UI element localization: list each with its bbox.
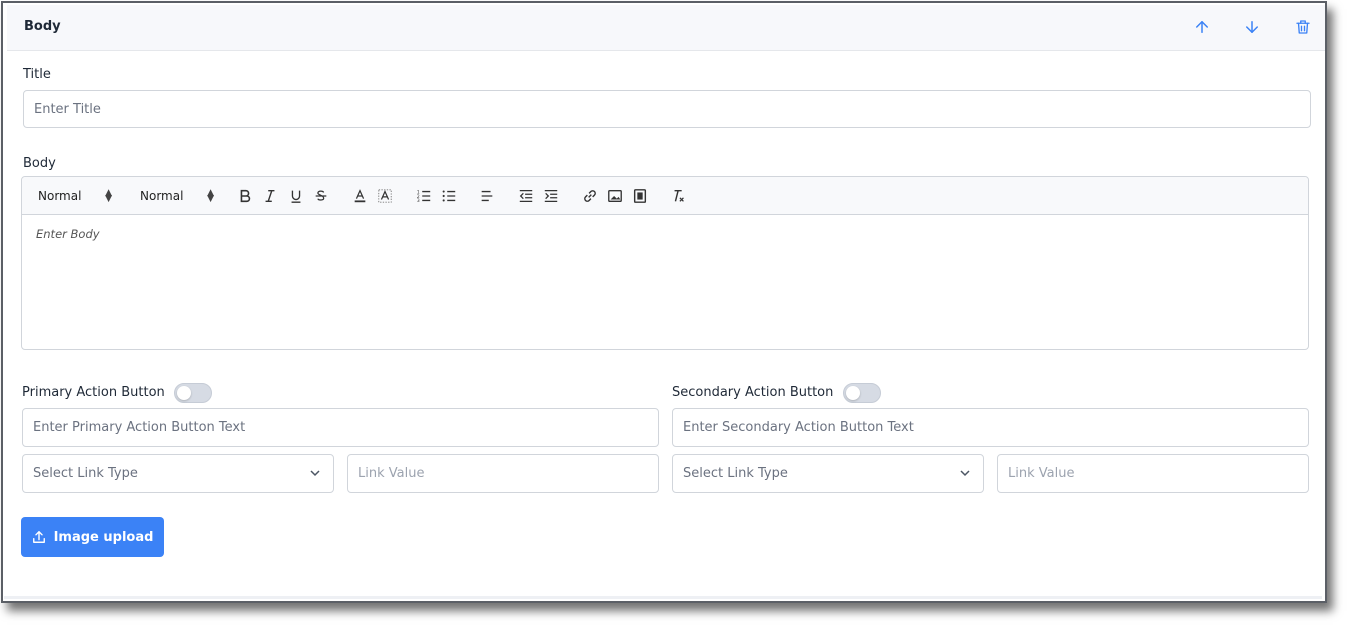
panel-bottom-strip (4, 596, 1322, 599)
arrow-down-icon[interactable] (1243, 18, 1261, 36)
secondary-link-value-input[interactable]: Link Value (997, 454, 1309, 493)
section-header: Body (7, 5, 1325, 51)
size-select[interactable]: Normal ▲ ▼ (140, 186, 214, 206)
primary-action-text-input[interactable]: Enter Primary Action Button Text (22, 408, 659, 447)
image-upload-label: Image upload (53, 529, 154, 545)
outdent-icon[interactable] (517, 187, 535, 205)
title-placeholder: Enter Title (34, 101, 101, 117)
secondary-action-label: Secondary Action Button (672, 385, 834, 400)
chevron-down-icon (310, 470, 320, 477)
svg-text:3: 3 (417, 198, 420, 204)
link-icon[interactable] (581, 187, 599, 205)
underline-icon[interactable] (287, 187, 305, 205)
editor-placeholder: Enter Body (36, 227, 100, 241)
image-icon[interactable] (606, 187, 624, 205)
secondary-link-type-select[interactable]: Select Link Type (672, 454, 984, 493)
ordered-list-icon[interactable]: 123 (415, 187, 433, 205)
primary-action-label: Primary Action Button (22, 385, 165, 400)
select-arrows-icon: ▲ ▼ (105, 188, 112, 204)
secondary-link-type-value: Select Link Type (683, 466, 788, 481)
title-input[interactable]: Enter Title (23, 90, 1311, 128)
secondary-action-placeholder: Enter Secondary Action Button Text (683, 420, 914, 435)
secondary-link-value-placeholder: Link Value (1008, 466, 1075, 481)
body-label: Body (23, 156, 56, 171)
primary-link-type-select[interactable]: Select Link Type (22, 454, 334, 493)
background-color-icon[interactable] (376, 187, 394, 205)
bullet-list-icon[interactable] (440, 187, 458, 205)
bold-icon[interactable] (236, 187, 254, 205)
clear-format-icon[interactable] (670, 187, 688, 205)
strike-icon[interactable] (312, 187, 330, 205)
trash-icon[interactable] (1294, 18, 1312, 36)
rich-text-editor[interactable]: Normal ▲ ▼ Normal ▲ ▼ 123 Enter Body (21, 176, 1309, 350)
primary-action-toggle[interactable] (174, 383, 212, 403)
arrow-up-icon[interactable] (1193, 18, 1211, 36)
header-select[interactable]: Normal ▲ ▼ (38, 186, 112, 206)
upload-icon (32, 531, 45, 543)
primary-link-type-value: Select Link Type (33, 466, 138, 481)
size-select-value: Normal (140, 189, 184, 203)
primary-action-placeholder: Enter Primary Action Button Text (33, 420, 246, 435)
primary-link-value-input[interactable]: Link Value (347, 454, 659, 493)
video-icon[interactable] (631, 187, 649, 205)
image-upload-button[interactable]: Image upload (21, 517, 164, 557)
align-left-icon[interactable] (478, 187, 496, 205)
indent-icon[interactable] (542, 187, 560, 205)
editor-toolbar: Normal ▲ ▼ Normal ▲ ▼ 123 (22, 177, 1308, 215)
secondary-action-toggle[interactable] (843, 383, 881, 403)
section-title: Body (24, 19, 61, 34)
select-arrows-icon: ▲ ▼ (207, 188, 214, 204)
title-label: Title (23, 67, 51, 82)
italic-icon[interactable] (261, 187, 279, 205)
secondary-action-text-input[interactable]: Enter Secondary Action Button Text (672, 408, 1309, 447)
text-color-icon[interactable] (351, 187, 369, 205)
header-select-value: Normal (38, 189, 82, 203)
chevron-down-icon (960, 470, 970, 477)
primary-link-value-placeholder: Link Value (358, 466, 425, 481)
